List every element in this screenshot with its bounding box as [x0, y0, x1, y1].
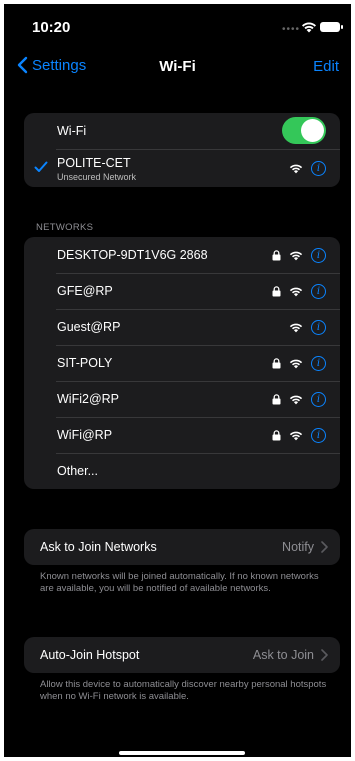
ask-to-join-row[interactable]: Ask to Join Networks Notify: [24, 529, 340, 565]
network-name: SIT-POLY: [57, 356, 113, 370]
auto-join-hotspot-label: Auto-Join Hotspot: [40, 648, 140, 662]
lock-icon: [272, 285, 281, 296]
network-name: DESKTOP-9DT1V6G 2868: [57, 248, 208, 262]
network-row[interactable]: GFE@RP i: [24, 273, 340, 309]
lock-icon: [272, 357, 281, 368]
cellular-signal-icon: ••••: [282, 24, 301, 35]
auto-join-hotspot-row[interactable]: Auto-Join Hotspot Ask to Join: [24, 637, 340, 673]
lock-icon: [272, 429, 281, 440]
network-row[interactable]: DESKTOP-9DT1V6G 2868 i: [24, 237, 340, 273]
wifi-signal-icon: [289, 395, 303, 404]
network-row[interactable]: SIT-POLY i: [24, 345, 340, 381]
other-network-row[interactable]: Other...: [24, 453, 340, 489]
wifi-group: Wi-Fi POLITE-CET Unsecured Network i: [24, 113, 340, 187]
connected-network-row[interactable]: POLITE-CET Unsecured Network i: [24, 149, 340, 187]
network-name: GFE@RP: [57, 284, 113, 298]
edit-button[interactable]: Edit: [313, 58, 339, 75]
other-network-label: Other...: [57, 464, 98, 478]
page-title: Wi-Fi: [159, 58, 196, 75]
status-bar: 10:20 ••••: [4, 4, 351, 48]
phone-screen: 10:20 •••• Settings Wi-Fi Edit Wi-Fi POL…: [4, 4, 351, 757]
ask-to-join-footnote: Known networks will be joined automatica…: [40, 571, 319, 594]
nav-bar: Settings Wi-Fi Edit: [4, 48, 351, 88]
network-row[interactable]: WiFi2@RP i: [24, 381, 340, 417]
info-icon[interactable]: i: [311, 355, 326, 371]
ask-to-join-value: Notify: [282, 540, 314, 554]
info-icon[interactable]: i: [311, 160, 326, 176]
connected-network-subtitle: Unsecured Network: [57, 172, 137, 182]
status-wifi-icon: [301, 20, 317, 38]
wifi-toggle[interactable]: [282, 117, 326, 144]
wifi-signal-icon: [289, 359, 303, 368]
network-row[interactable]: Guest@RP i: [24, 309, 340, 345]
connected-network-name: POLITE-CET: [57, 156, 131, 170]
networks-list: DESKTOP-9DT1V6G 2868 i GFE@RP i Guest@RP…: [24, 237, 340, 489]
home-indicator[interactable]: [119, 751, 245, 755]
wifi-toggle-row: Wi-Fi: [24, 113, 340, 149]
info-icon[interactable]: i: [311, 319, 326, 335]
info-icon[interactable]: i: [311, 391, 326, 407]
info-icon[interactable]: i: [311, 427, 326, 443]
status-time: 10:20: [32, 19, 71, 36]
wifi-signal-icon: [289, 287, 303, 296]
wifi-signal-icon: [289, 251, 303, 260]
info-icon[interactable]: i: [311, 247, 326, 263]
networks-section-header: NETWORKS: [36, 222, 94, 233]
wifi-toggle-label: Wi-Fi: [57, 124, 87, 138]
wifi-signal-icon: [289, 164, 303, 173]
lock-icon: [272, 249, 281, 260]
network-name: WiFi@RP: [57, 428, 113, 442]
ask-to-join-label: Ask to Join Networks: [40, 540, 157, 554]
chevron-right-icon: [321, 649, 328, 661]
wifi-signal-icon: [289, 431, 303, 440]
network-row[interactable]: WiFi@RP i: [24, 417, 340, 453]
lock-icon: [272, 393, 281, 404]
auto-join-hotspot-footnote: Allow this device to automatically disco…: [40, 679, 327, 702]
network-name: WiFi2@RP: [57, 392, 119, 406]
battery-icon: [320, 22, 343, 32]
network-name: Guest@RP: [57, 320, 121, 334]
wifi-signal-icon: [289, 323, 303, 332]
info-icon[interactable]: i: [311, 283, 326, 299]
chevron-right-icon: [321, 541, 328, 553]
auto-join-hotspot-value: Ask to Join: [252, 648, 314, 662]
checkmark-icon: [34, 161, 48, 172]
